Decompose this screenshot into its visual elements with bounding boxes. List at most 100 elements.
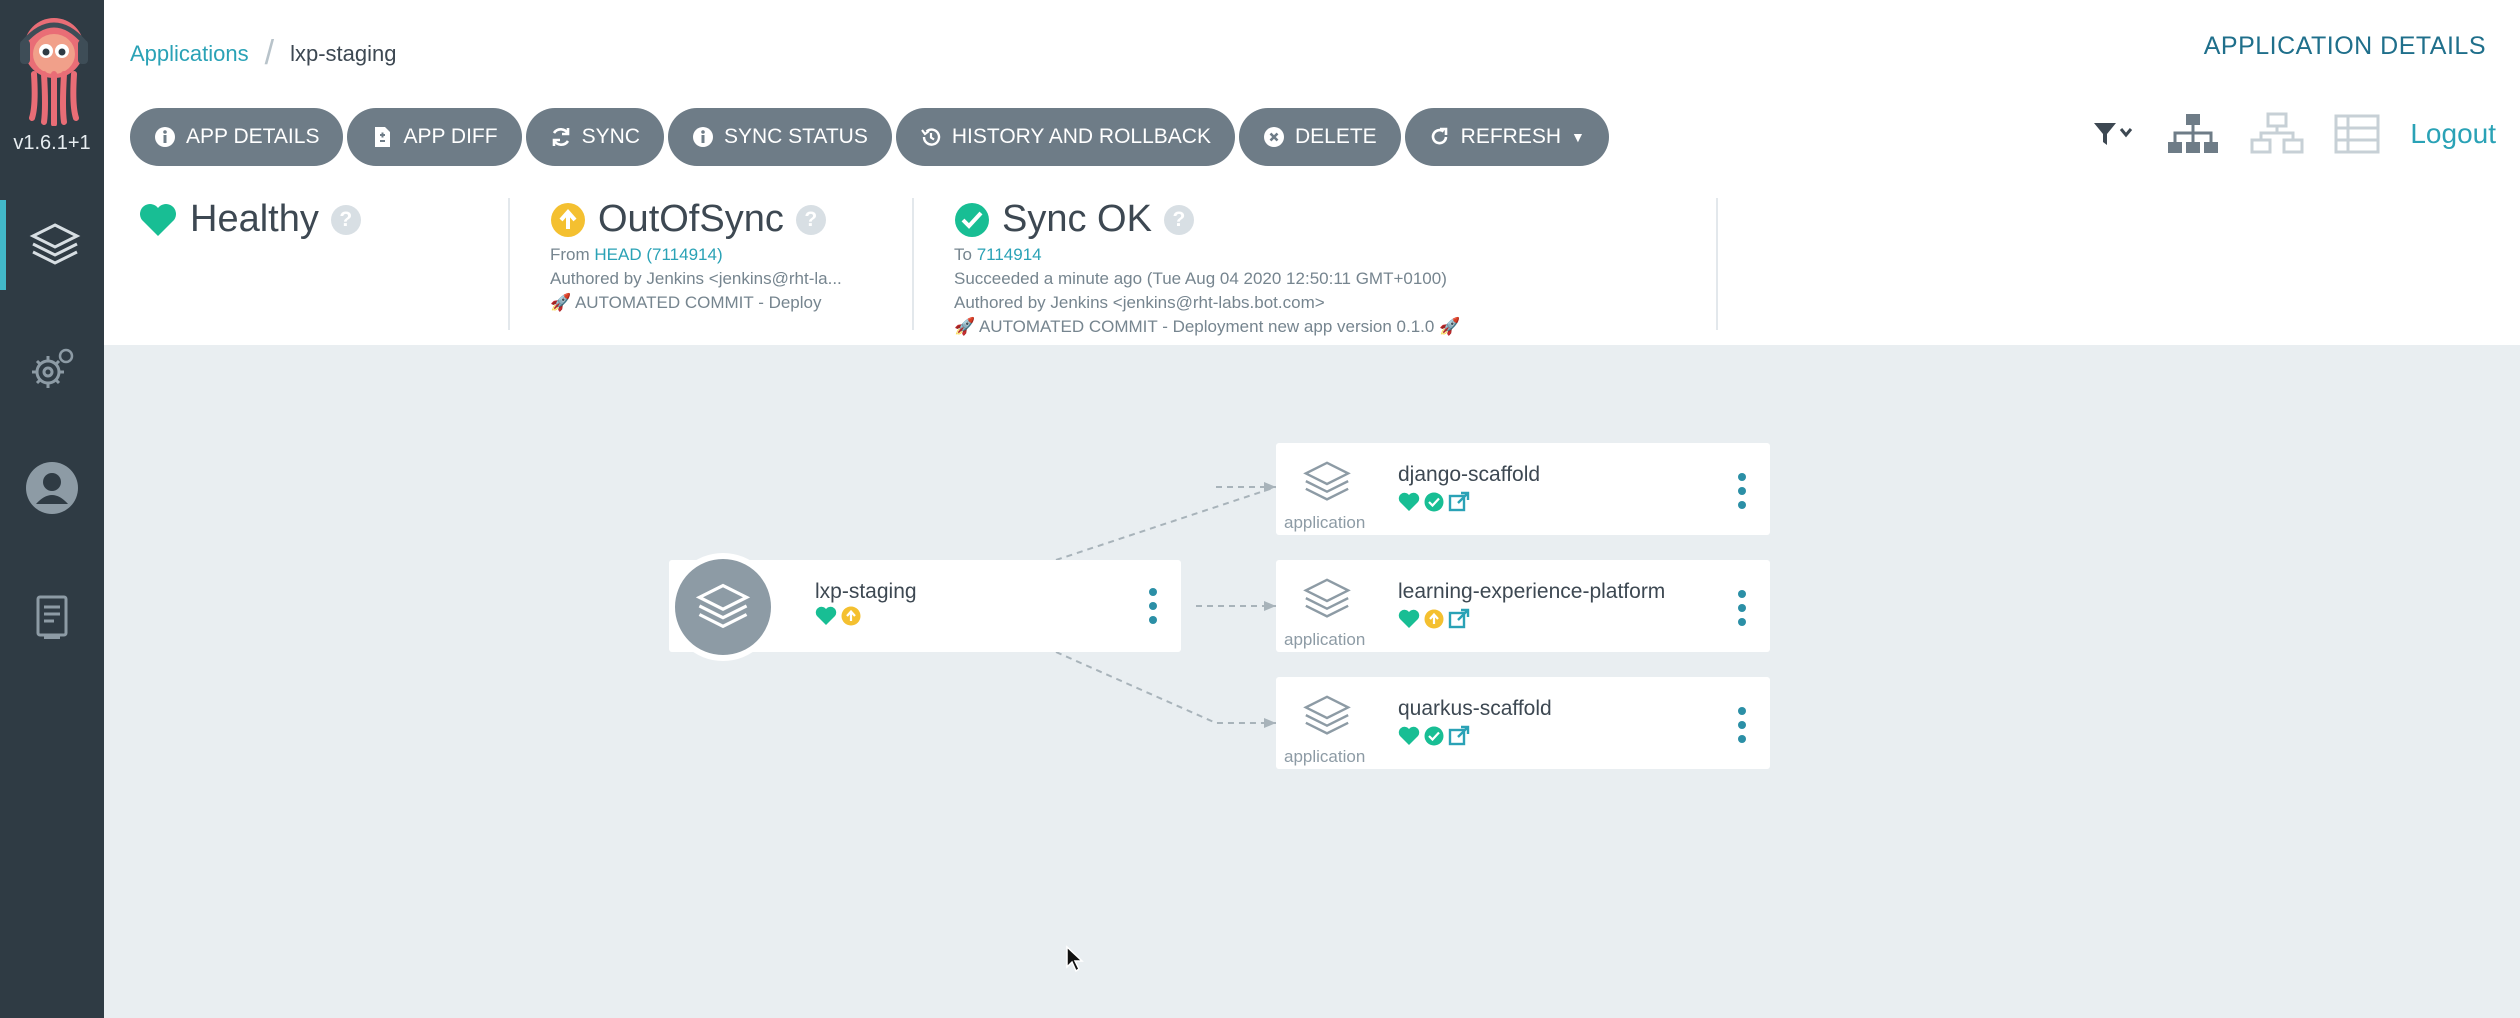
view-tools: Logout: [2092, 112, 2496, 156]
settings-gears-icon: [32, 348, 74, 388]
arrow-circle-up-icon: [1424, 609, 1444, 629]
child-app-status-icons: [1398, 491, 1470, 513]
breadcrumb: Applications / lxp-staging: [130, 34, 396, 73]
filter-icon: [2094, 123, 2133, 145]
root-app-icon: [669, 553, 777, 661]
sync-label: SYNC: [581, 125, 640, 148]
status-row: Healthy ? OutOfSync ? From HEAD (7114914…: [104, 194, 1724, 336]
logout-link[interactable]: Logout: [2410, 118, 2496, 150]
heart-icon: [1398, 726, 1420, 745]
sync-icon: [550, 126, 572, 148]
node-kind: application: [1284, 630, 1366, 649]
app-diff-button[interactable]: APP DIFF: [347, 108, 522, 166]
tree-view-toggle[interactable]: [2166, 112, 2220, 156]
check-circle-icon: [1424, 492, 1444, 512]
page-title: APPLICATION DETAILS: [2203, 32, 2486, 60]
delete-button[interactable]: DELETE: [1238, 108, 1401, 166]
operation-time: Succeeded a minute ago (Tue Aug 04 2020 …: [954, 269, 1447, 288]
sync-status-label: SYNC STATUS: [723, 125, 868, 148]
sidebar-item-docs[interactable]: [0, 572, 104, 662]
filter-dropdown[interactable]: [2092, 119, 2136, 149]
child-app-status-icons: [1398, 608, 1470, 630]
resource-graph: lxp-staging application django-scaffold: [104, 345, 2520, 1018]
operation-to-line: To 7114914: [954, 245, 1722, 265]
operation-commit-message: AUTOMATED COMMIT - Deployment new app ve…: [978, 317, 1435, 336]
redo-icon: [1429, 126, 1451, 148]
operation-status-title: Sync OK ?: [954, 198, 1722, 241]
network-icon: [2250, 112, 2304, 154]
child-node-menu[interactable]: [1730, 469, 1754, 513]
sync-status-label-text: OutOfSync: [598, 198, 784, 240]
operation-to-prefix: To: [954, 245, 972, 264]
history-and-rollback-button[interactable]: HISTORY AND ROLLBACK: [895, 108, 1235, 166]
arrow-circle-up-icon: [841, 606, 861, 626]
layers-icon: [29, 223, 81, 265]
root-app-name: lxp-staging: [815, 580, 917, 603]
docs-icon: [36, 595, 68, 639]
root-app-status-icons: [815, 606, 861, 626]
child-app-name: django-scaffold: [1398, 463, 1541, 486]
arrow-circle-up-icon: [551, 202, 585, 237]
breadcrumb-applications-link[interactable]: Applications: [130, 41, 249, 67]
app-header: Applications / lxp-staging APPLICATION D…: [104, 0, 2520, 345]
sync-commit-line: 🚀 AUTOMATED COMMIT - Deploy: [550, 293, 912, 313]
sync-revision-link[interactable]: HEAD (7114914): [594, 245, 722, 264]
app-details-button[interactable]: APP DETAILS: [130, 108, 344, 166]
app-details-label: APP DETAILS: [186, 125, 320, 148]
user-icon: [26, 462, 78, 514]
info-icon: [692, 126, 714, 148]
refresh-label: REFRESH: [1460, 125, 1562, 148]
sync-status-button[interactable]: SYNC STATUS: [667, 108, 892, 166]
sidebar-item-applications[interactable]: [0, 200, 104, 290]
sync-from-line: From HEAD (7114914): [550, 245, 912, 265]
node-kind: application: [1284, 513, 1366, 532]
rocket-icon: 🚀: [550, 293, 572, 312]
toolbar: APP DETAILS APP DIFF SYNC SYNC STATUS HI…: [130, 108, 1609, 166]
child-app-node[interactable]: application learning-experience-platform: [1276, 560, 1770, 652]
external-link-icon[interactable]: [1448, 608, 1470, 630]
operation-author: Authored by Jenkins <jenkins@rht-labs.bo…: [954, 293, 1325, 312]
help-icon[interactable]: ?: [330, 204, 361, 235]
caret-down-icon: ▼: [1571, 129, 1585, 145]
delete-label: DELETE: [1294, 125, 1377, 148]
child-app-node[interactable]: application django-scaffold: [1276, 443, 1770, 535]
breadcrumb-separator: /: [264, 34, 275, 72]
check-circle-icon: [955, 202, 989, 237]
breadcrumb-current: lxp-staging: [290, 40, 397, 66]
child-app-name: quarkus-scaffold: [1398, 697, 1552, 720]
child-node-menu[interactable]: [1730, 703, 1754, 747]
status-divider: [1716, 198, 1718, 330]
operation-status-label: Sync OK: [1002, 198, 1152, 240]
child-app-name: learning-experience-platform: [1398, 580, 1666, 603]
sync-button[interactable]: SYNC: [525, 108, 664, 166]
external-link-icon[interactable]: [1448, 725, 1470, 747]
sync-from-prefix: From: [550, 245, 590, 264]
child-node-menu[interactable]: [1730, 586, 1754, 630]
help-icon[interactable]: ?: [1163, 204, 1194, 235]
external-link-icon[interactable]: [1448, 491, 1470, 513]
sync-status-panel: OutOfSync ? From HEAD (7114914) Authored…: [508, 198, 912, 330]
history-icon: [920, 126, 942, 148]
child-app-status-icons: [1398, 725, 1470, 747]
argo-logo[interactable]: [14, 14, 94, 127]
health-status-title: Healthy ?: [138, 198, 568, 241]
root-node-menu[interactable]: [1141, 584, 1165, 628]
help-icon[interactable]: ?: [795, 204, 826, 235]
sidebar-item-user-info[interactable]: [0, 443, 104, 533]
health-status-panel: Healthy ?: [138, 198, 568, 330]
operation-commit-line: 🚀 AUTOMATED COMMIT - Deployment new app …: [954, 317, 1722, 337]
rocket-icon: 🚀: [954, 317, 976, 336]
sitemap-icon: [2168, 114, 2219, 153]
history-and-rollback-label: HISTORY AND ROLLBACK: [951, 125, 1211, 148]
sidebar-item-settings[interactable]: [0, 325, 104, 415]
network-view-toggle[interactable]: [2250, 112, 2304, 156]
sync-author: Authored by Jenkins <jenkins@rht-la...: [550, 269, 842, 288]
operation-revision-link[interactable]: 7114914: [977, 245, 1042, 264]
child-app-node[interactable]: application quarkus-scaffold: [1276, 677, 1770, 769]
info-icon: [154, 126, 176, 148]
sidebar: v1.6.1+1: [0, 0, 104, 1018]
operation-status-panel: Sync OK ? To 7114914 Succeeded a minute …: [912, 198, 1722, 336]
list-view-toggle[interactable]: [2334, 114, 2380, 154]
refresh-button[interactable]: REFRESH ▼: [1404, 108, 1609, 166]
version-label: v1.6.1+1: [13, 132, 91, 154]
